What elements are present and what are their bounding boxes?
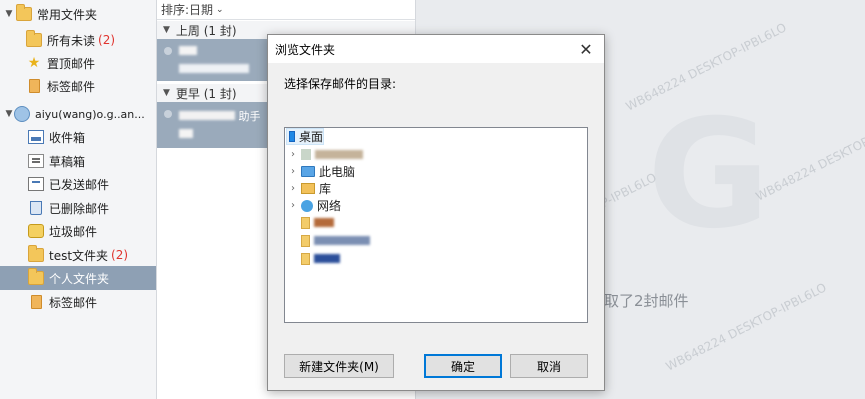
sidebar-item-tagged-account[interactable]: 标签邮件	[0, 290, 156, 314]
account-label: aiyu(wang)o.g..an...	[35, 107, 145, 121]
sidebar-item-drafts[interactable]: 草稿箱	[0, 149, 156, 173]
browse-folder-dialog: 浏览文件夹 ✕ 选择保存邮件的目录: 桌面 › › 此电脑 › 库 › 网络 新…	[267, 34, 605, 391]
sidebar-item-label: 垃圾邮件	[49, 224, 98, 239]
sort-button[interactable]: 排序:日期 ⌄	[157, 0, 415, 20]
chevron-right-icon[interactable]: ›	[287, 166, 299, 177]
folder-tree[interactable]: 桌面 › › 此电脑 › 库 › 网络	[284, 127, 588, 323]
sidebar-item-personal-folder[interactable]: 个人文件夹	[0, 266, 156, 290]
sidebar-item-label: 个人文件夹	[49, 271, 110, 286]
status-dot-icon	[164, 110, 172, 118]
close-icon[interactable]: ✕	[576, 39, 596, 59]
sidebar-item-label: 置顶邮件	[47, 56, 96, 71]
collapse-triangle-icon: ▼	[163, 88, 170, 98]
tree-item-network[interactable]: › 网络	[287, 197, 341, 214]
group-title: 上周 (1 封)	[175, 23, 237, 38]
mail-subject-redacted	[179, 128, 193, 141]
star-icon: ★	[27, 55, 41, 71]
sidebar-item-test-folder[interactable]: test文件夹 (2)	[0, 243, 156, 267]
dialog-prompt: 选择保存邮件的目录:	[284, 77, 397, 91]
app-logo: G	[647, 88, 771, 262]
redacted-label	[315, 150, 363, 159]
status-dot-icon	[164, 47, 172, 55]
folder-icon	[301, 216, 310, 229]
account-avatar-icon	[14, 106, 30, 122]
redacted-label	[314, 236, 370, 245]
tree-item-desktop[interactable]: 桌面	[286, 128, 324, 145]
library-icon	[301, 183, 315, 194]
tree-item-this-pc[interactable]: › 此电脑	[287, 163, 355, 180]
mail-sender: 助手	[179, 108, 261, 124]
drafts-icon	[28, 154, 44, 168]
unread-count: (2)	[98, 33, 116, 47]
sidebar-item-deleted[interactable]: 已删除邮件	[0, 196, 156, 220]
status-hint: 取了2封邮件	[604, 292, 689, 310]
ok-button[interactable]: 确定	[424, 354, 502, 378]
computer-icon	[301, 166, 315, 177]
mail-subject-redacted	[179, 63, 249, 76]
sidebar-item-all-unread[interactable]: 所有未读 (2)	[0, 28, 156, 52]
common-folders-group[interactable]: ▼ 常用文件夹	[0, 2, 156, 26]
tree-item-folder[interactable]	[299, 214, 334, 231]
sidebar-item-label: 草稿箱	[49, 154, 86, 169]
sidebar-item-pinned[interactable]: ★ 置顶邮件	[0, 51, 156, 75]
folder-sidebar: ▼ 常用文件夹 所有未读 (2) ★ 置顶邮件 标签邮件 ▼ aiyu(wang…	[0, 0, 157, 399]
folder-icon	[301, 234, 310, 247]
desktop-icon	[289, 131, 295, 142]
account-row[interactable]: ▼ aiyu(wang)o.g..an...	[0, 102, 156, 126]
junk-icon	[28, 224, 44, 238]
tree-item-folder[interactable]	[299, 232, 370, 249]
tree-item-library[interactable]: › 库	[287, 180, 331, 197]
sidebar-item-label: 标签邮件	[47, 79, 96, 94]
sidebar-item-junk[interactable]: 垃圾邮件	[0, 219, 156, 243]
chevron-right-icon[interactable]: ›	[287, 200, 299, 211]
sidebar-item-sent[interactable]: 已发送邮件	[0, 172, 156, 196]
redacted-label	[314, 218, 334, 227]
folder-icon	[26, 30, 42, 47]
sidebar-item-label: 已删除邮件	[49, 201, 110, 216]
mail-sender-redacted	[179, 45, 197, 58]
redacted-label	[314, 254, 340, 263]
collapse-triangle-icon: ▼	[163, 25, 170, 35]
folder-icon	[301, 252, 310, 265]
chevron-right-icon[interactable]: ›	[287, 183, 299, 194]
user-folder-icon	[301, 149, 311, 160]
sort-label: 排序:日期	[161, 3, 214, 17]
tree-item-label: 网络	[317, 199, 342, 213]
group-title: 更早 (1 封)	[175, 86, 237, 101]
chevron-down-icon: ⌄	[216, 4, 224, 15]
sidebar-item-label: 收件箱	[49, 130, 86, 145]
sidebar-item-tagged[interactable]: 标签邮件	[0, 74, 156, 98]
network-icon	[301, 199, 313, 212]
tree-item-label: 此电脑	[319, 165, 356, 179]
sidebar-item-inbox[interactable]: 收件箱	[0, 125, 156, 149]
cancel-button[interactable]: 取消	[510, 354, 588, 378]
watermark: WB648224 DESKTOP-IPBL6LO	[753, 110, 865, 204]
tree-item-label: 库	[319, 182, 332, 196]
sidebar-item-label: 所有未读	[47, 33, 96, 48]
collapse-triangle-icon[interactable]: ▼	[4, 9, 14, 19]
dialog-titlebar[interactable]: 浏览文件夹 ✕	[268, 35, 604, 63]
trash-icon	[30, 201, 42, 215]
tag-icon	[31, 295, 42, 309]
collapse-triangle-icon[interactable]: ▼	[4, 109, 14, 119]
sent-icon	[28, 177, 44, 191]
folder-icon	[28, 245, 44, 262]
tag-icon	[29, 79, 40, 93]
chevron-right-icon[interactable]: ›	[287, 149, 299, 160]
folder-icon	[16, 4, 32, 21]
folder-icon	[28, 268, 44, 285]
dialog-title: 浏览文件夹	[275, 42, 336, 57]
sidebar-item-label: test文件夹	[49, 248, 109, 263]
sidebar-item-label: 已发送邮件	[49, 177, 110, 192]
sidebar-item-label: 标签邮件	[49, 295, 98, 310]
tree-item-label: 桌面	[298, 130, 323, 144]
new-folder-button[interactable]: 新建文件夹(M)	[284, 354, 394, 378]
common-folders-label: 常用文件夹	[37, 7, 98, 22]
tree-item-user[interactable]: ›	[287, 146, 363, 163]
inbox-icon	[28, 130, 44, 144]
unread-count: (2)	[111, 248, 129, 262]
tree-item-folder[interactable]	[299, 250, 340, 267]
mail-sender-tail: 助手	[238, 110, 261, 123]
